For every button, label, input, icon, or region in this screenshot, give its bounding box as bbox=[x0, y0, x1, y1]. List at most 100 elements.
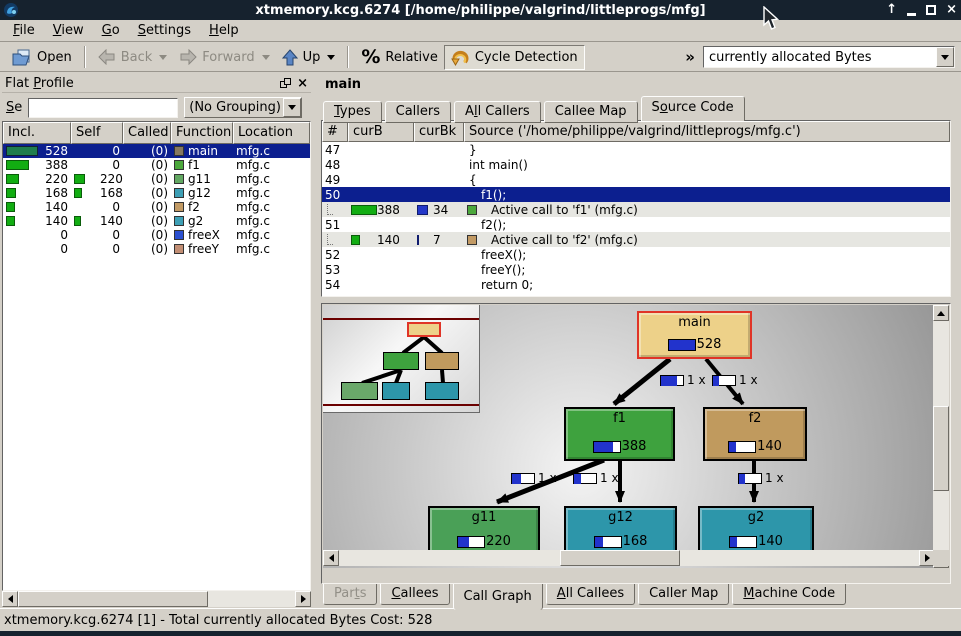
graph-node-g12[interactable]: g12 168 bbox=[564, 506, 677, 556]
tab-types[interactable]: Types bbox=[323, 101, 382, 123]
edge-label-f1-g12: 1 x bbox=[573, 471, 619, 485]
column-header-function[interactable]: Function bbox=[171, 122, 233, 144]
source-line[interactable]: 49 { bbox=[322, 172, 950, 187]
graph-hscrollbar[interactable] bbox=[323, 550, 935, 566]
source-call-row[interactable]: 140 7 Active call to 'f2' (mfg.c) bbox=[322, 232, 950, 247]
tree-branch-icon bbox=[327, 204, 333, 215]
combo-dropdown-button[interactable] bbox=[283, 98, 301, 117]
scroll-left-button[interactable] bbox=[2, 591, 18, 607]
close-icon[interactable]: × bbox=[946, 0, 957, 20]
source-call-row[interactable]: 388 34 Active call to 'f1' (mfg.c) bbox=[322, 202, 950, 217]
source-line[interactable]: 54 return 0; bbox=[322, 277, 950, 292]
relative-toggle-button[interactable]: % Relative bbox=[355, 45, 443, 70]
grouping-combobox[interactable]: (No Grouping) bbox=[184, 97, 302, 118]
graph-node-main[interactable]: main 528 bbox=[637, 311, 752, 359]
scroll-thumb[interactable] bbox=[933, 406, 949, 491]
table-row-g12[interactable]: 168 168 (0) g12 mfg.c bbox=[3, 186, 310, 200]
tab-all-callees[interactable]: All Callees bbox=[546, 584, 635, 605]
menu-help[interactable]: Help bbox=[200, 21, 248, 40]
back-button[interactable]: Back bbox=[92, 45, 174, 70]
table-row-f1[interactable]: 388 0 (0) f1 mfg.c bbox=[3, 158, 310, 172]
minimize-icon[interactable] bbox=[907, 13, 916, 16]
function-color-icon bbox=[174, 160, 184, 170]
column-header-curB[interactable]: curB bbox=[348, 121, 414, 142]
scroll-thumb[interactable] bbox=[560, 550, 680, 566]
flat-profile-hscrollbar[interactable] bbox=[2, 591, 311, 607]
column-header-line[interactable]: # bbox=[322, 121, 348, 142]
open-button[interactable]: Open bbox=[6, 45, 78, 70]
menu-settings[interactable]: Settings bbox=[129, 21, 200, 40]
source-line[interactable]: 52 freeX(); bbox=[322, 247, 950, 262]
search-input[interactable] bbox=[28, 98, 178, 118]
tab-call-graph[interactable]: Call Graph bbox=[453, 584, 543, 610]
maximize-icon[interactable] bbox=[926, 5, 936, 15]
graph-node-f2[interactable]: f2 140 bbox=[703, 407, 807, 461]
column-header-location[interactable]: Location bbox=[233, 122, 310, 144]
table-row-f2[interactable]: 140 0 (0) f2 mfg.c bbox=[3, 200, 310, 214]
back-dropdown-icon[interactable] bbox=[159, 55, 167, 60]
column-header-source[interactable]: Source ('/home/philippe/valgrind/littlep… bbox=[464, 121, 950, 142]
tab-caller-map[interactable]: Caller Map bbox=[638, 584, 729, 605]
triangle-left-icon bbox=[8, 595, 13, 603]
up-button[interactable]: Up bbox=[276, 45, 342, 70]
scroll-left-button[interactable] bbox=[323, 550, 339, 566]
function-color-icon bbox=[467, 205, 477, 215]
title-bar[interactable]: xtmemory.kcg.6274 [/home/philippe/valgri… bbox=[0, 0, 961, 20]
triangle-up-icon bbox=[937, 311, 945, 316]
column-header-incl[interactable]: Incl. bbox=[3, 122, 71, 144]
source-line[interactable]: 51 f2(); bbox=[322, 217, 950, 232]
event-type-combobox[interactable]: currently allocated Bytes bbox=[703, 46, 955, 68]
source-line[interactable]: 53 freeY(); bbox=[322, 262, 950, 277]
graph-overview-panner[interactable] bbox=[323, 305, 480, 413]
table-row-freeX[interactable]: 0 0 (0) freeX mfg.c bbox=[3, 228, 310, 242]
visualization-tab-bar: Parts Callees Call Graph All Callees Cal… bbox=[323, 584, 849, 607]
table-row-g2[interactable]: 140 140 (0) g2 mfg.c bbox=[3, 214, 310, 228]
graph-node-g11[interactable]: g11 220 bbox=[428, 506, 540, 556]
edge-label-main-f1: 1 x bbox=[660, 373, 706, 387]
source-line[interactable]: 48 int main() bbox=[322, 157, 950, 172]
scroll-up-button[interactable] bbox=[933, 305, 949, 321]
selected-function-title: main bbox=[325, 77, 361, 92]
toolbar-overflow-chevron[interactable]: » bbox=[685, 48, 695, 66]
dock-float-icon[interactable] bbox=[280, 78, 291, 88]
overview-node-main bbox=[407, 322, 441, 337]
toolbar: Open Back Forward Up % Relativ bbox=[0, 43, 961, 72]
column-header-self[interactable]: Self bbox=[71, 122, 123, 144]
cycle-detection-button[interactable]: Cycle Detection bbox=[444, 45, 585, 70]
shade-icon[interactable]: ↑ bbox=[886, 0, 897, 20]
menu-go[interactable]: Go bbox=[93, 21, 129, 40]
dock-close-icon[interactable]: × bbox=[297, 76, 308, 91]
table-row-g11[interactable]: 220 220 (0) g11 mfg.c bbox=[3, 172, 310, 186]
tab-callees[interactable]: Callees bbox=[380, 584, 449, 605]
tab-source-code[interactable]: Source Code bbox=[641, 96, 745, 121]
menu-file[interactable]: File bbox=[4, 21, 44, 40]
cost-bar bbox=[729, 536, 757, 548]
column-header-curBk[interactable]: curBk bbox=[414, 121, 464, 142]
source-line[interactable]: 47 } bbox=[322, 142, 950, 157]
status-bar: xtmemory.kcg.6274 [1] - Total currently … bbox=[0, 608, 961, 631]
combo-dropdown-button[interactable] bbox=[936, 47, 954, 67]
up-dropdown-icon[interactable] bbox=[327, 55, 335, 60]
menu-view[interactable]: View bbox=[44, 21, 93, 40]
scrollbar-corner bbox=[933, 550, 949, 566]
function-color-icon bbox=[174, 174, 184, 184]
graph-node-g2[interactable]: g2 140 bbox=[698, 506, 814, 556]
forward-button[interactable]: Forward bbox=[173, 45, 275, 70]
tab-machine-code[interactable]: Machine Code bbox=[732, 584, 846, 605]
forward-dropdown-icon[interactable] bbox=[262, 55, 270, 60]
flat-profile-table: Incl. Self Called Function Location 528 … bbox=[2, 121, 311, 591]
scroll-thumb[interactable] bbox=[18, 591, 208, 607]
table-row-main[interactable]: 528 0 (0) main mfg.c bbox=[3, 144, 310, 158]
column-header-called[interactable]: Called bbox=[123, 122, 171, 144]
function-color-icon bbox=[174, 188, 184, 198]
source-table-header: # curB curBk Source ('/home/philippe/val… bbox=[322, 121, 950, 142]
call-graph-canvas[interactable]: main 528 f1 388 f2 140 g11 220 g12 168 g… bbox=[323, 305, 935, 568]
graph-node-f1[interactable]: f1 388 bbox=[564, 407, 675, 461]
tab-callee-map[interactable]: Callee Map bbox=[544, 101, 638, 123]
table-row-freeY[interactable]: 0 0 (0) freeY mfg.c bbox=[3, 242, 310, 256]
source-line-selected[interactable]: 50 f1(); bbox=[322, 187, 950, 202]
scroll-right-button[interactable] bbox=[295, 591, 311, 607]
graph-vscrollbar[interactable] bbox=[933, 305, 949, 568]
tab-callers[interactable]: Callers bbox=[385, 101, 451, 123]
tab-all-callers[interactable]: All Callers bbox=[454, 101, 541, 123]
